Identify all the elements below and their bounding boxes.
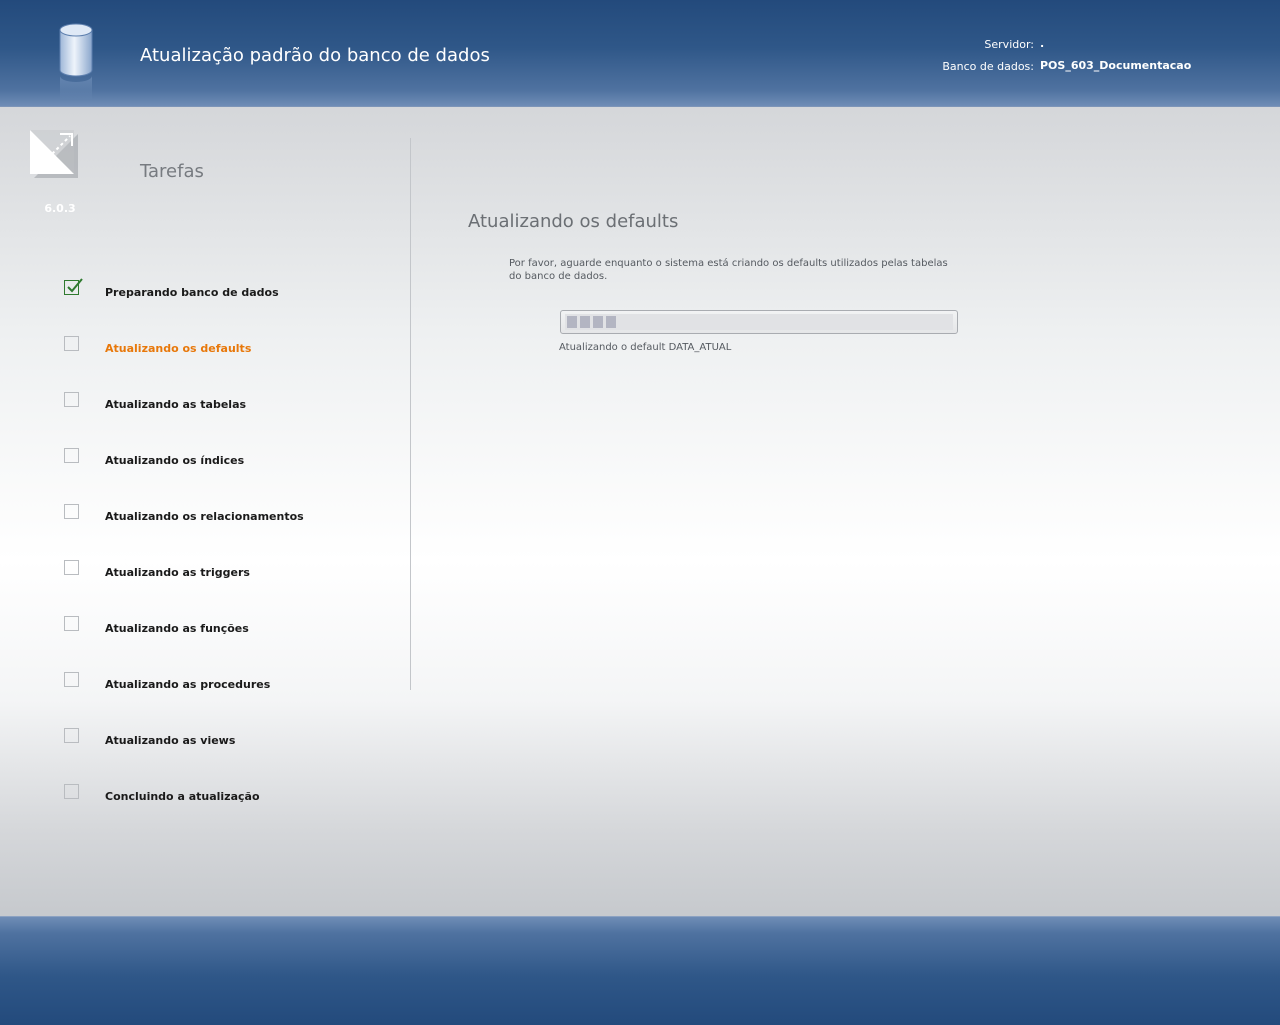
progress-track xyxy=(565,314,953,330)
task-checkbox-checked xyxy=(64,278,83,295)
database-icon xyxy=(59,23,93,100)
server-value: . xyxy=(1040,37,1045,50)
task-label: Atualizando as triggers xyxy=(105,566,250,579)
task-label: Atualizando os índices xyxy=(105,454,245,467)
progress-bar xyxy=(560,310,958,334)
task-label: Atualizando as views xyxy=(105,734,236,747)
progress-fill xyxy=(567,316,617,328)
task-label: Atualizando as tabelas xyxy=(105,398,247,411)
task-label: Atualizando os relacionamentos xyxy=(105,510,304,523)
task-label: Atualizando as procedures xyxy=(105,678,271,691)
task-label: Preparando banco de dados xyxy=(105,286,279,299)
app-title: Atualização padrão do banco de dados xyxy=(140,45,490,66)
version-label: 6.0.3 xyxy=(44,202,76,215)
expand-arrow-logo-icon xyxy=(30,130,78,178)
section-description: Por favor, aguarde enquanto o sistema es… xyxy=(509,258,948,282)
task-checkbox xyxy=(64,784,79,799)
checkmark-icon xyxy=(67,278,83,293)
header-banner: Atualização padrão do banco de dados Ser… xyxy=(0,0,1280,107)
task-checkbox xyxy=(64,392,79,407)
task-label-active: Atualizando os defaults xyxy=(105,342,252,355)
task-label: Atualizando as funções xyxy=(105,622,249,635)
task-checkbox xyxy=(64,616,79,631)
task-label: Concluindo a atualização xyxy=(105,790,260,803)
task-checkbox xyxy=(64,336,79,351)
task-checkbox xyxy=(64,448,79,463)
task-checkbox xyxy=(64,504,79,519)
progress-status-text: Atualizando o default DATA_ATUAL xyxy=(559,342,732,353)
database-value: POS_603_Documentacao xyxy=(1040,59,1192,72)
section-title: Atualizando os defaults xyxy=(468,211,679,232)
task-checkbox xyxy=(64,672,79,687)
task-checkbox xyxy=(64,560,79,575)
task-checkbox xyxy=(64,728,79,743)
database-label: Banco de dados: xyxy=(942,60,1034,73)
footer-banner xyxy=(0,916,1280,1025)
vertical-divider xyxy=(410,138,411,690)
server-label: Servidor: xyxy=(984,38,1034,51)
tasks-heading: Tarefas xyxy=(140,161,204,182)
